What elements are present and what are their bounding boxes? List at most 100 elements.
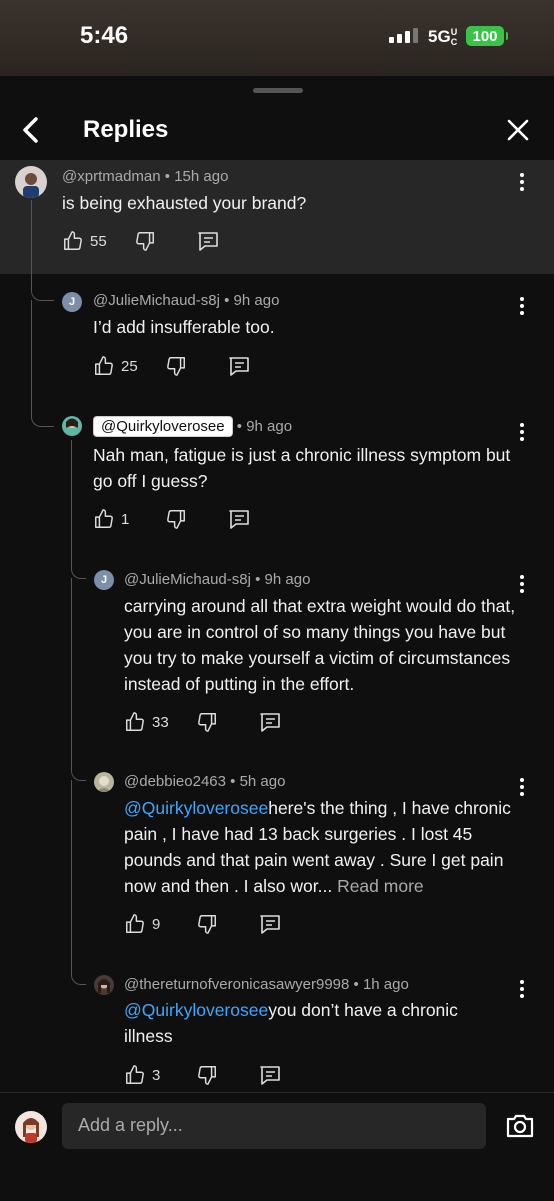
comment-actions: 25 [93,355,393,385]
camera-button[interactable] [504,1112,536,1140]
comment-meta: @thereturnofveronicasawyer9998 • 1h ago [124,976,409,993]
camera-icon [506,1114,534,1138]
more-button[interactable] [512,572,532,596]
replies-header: Replies [0,100,554,160]
more-button[interactable] [512,775,532,799]
comment-author[interactable]: @JulieMichaud-s8j [124,571,251,588]
comment-actions: 3 [124,1064,424,1094]
comment-author[interactable]: @thereturnofveronicasawyer9998 [124,976,349,993]
thumbs-down-icon [198,915,216,934]
mention-link[interactable]: @Quirkyloverosee [124,1000,268,1020]
close-button[interactable] [504,116,532,144]
reply-icon [229,510,249,529]
thumbs-down-icon [167,510,185,529]
thumbs-down-icon [167,357,185,376]
dislike-button[interactable] [165,355,187,377]
more-vertical-icon [520,980,524,998]
comment-author[interactable]: @JulieMichaud-s8j [93,292,220,309]
comment-age: 9h ago [246,418,293,435]
dislike-button[interactable] [196,711,218,733]
thread-line [71,440,86,579]
page-title: Replies [83,116,169,143]
like-count: 25 [121,357,138,375]
comment-text: Nah man, fatigue is just a chronic illne… [93,445,511,491]
comment-age: 5h ago [239,773,286,790]
comment-text: I’d add insufferable too. [93,317,275,337]
comment-actions: 55 [62,230,362,260]
like-button[interactable]: 33 [124,711,169,733]
comment-age: 9h ago [264,571,311,588]
reply-button[interactable] [258,711,282,733]
network-label: 5GUC [428,27,458,47]
more-vertical-icon [520,173,524,191]
thumbs-down-icon [198,713,216,732]
sheet-drag-handle[interactable] [253,88,303,93]
thumbs-up-icon [126,712,144,731]
like-button[interactable]: 9 [124,913,160,935]
more-vertical-icon [520,575,524,593]
reply-button[interactable] [196,230,220,252]
like-button[interactable]: 3 [124,1064,160,1086]
dislike-button[interactable] [196,1064,218,1086]
more-vertical-icon [520,297,524,315]
reply-icon [229,357,249,376]
like-button[interactable]: 55 [62,230,107,252]
avatar[interactable] [15,166,47,198]
comment-text: is being exhausted your brand? [62,193,307,213]
more-vertical-icon [520,423,524,441]
close-icon [507,119,529,141]
more-button[interactable] [512,294,532,318]
comment-text: @Quirkyloveroseeyou don’t have a chronic… [124,997,504,1049]
avatar[interactable] [94,772,114,792]
comment-author[interactable]: @xprtmadman [62,168,161,185]
thread-line [31,300,54,427]
thumbs-up-icon [64,231,82,250]
dislike-button[interactable] [134,230,156,252]
back-button[interactable] [16,114,46,146]
comment-actions: 33 [124,711,424,741]
status-bar: 5:46 5GUC 100 [0,0,554,76]
comment-age: 15h ago [174,168,229,185]
thread-line [71,578,86,781]
comment-text: carrying around all that extra weight wo… [124,596,516,694]
like-button[interactable]: 25 [93,355,138,377]
reply-button[interactable] [227,355,251,377]
like-count: 1 [121,510,130,528]
signal-icon [389,28,418,43]
more-button[interactable] [512,170,532,194]
reply-button[interactable] [227,508,251,530]
reply-button[interactable] [258,1064,282,1086]
comment-actions: 9 [124,913,424,943]
like-count: 33 [152,713,169,731]
thumbs-down-icon [198,1066,216,1085]
comment-author[interactable]: @Quirkyloverosee [93,416,233,437]
comment-meta: @JulieMichaud-s8j • 9h ago [124,571,311,588]
reply-input[interactable]: Add a reply... [62,1103,486,1149]
like-button[interactable]: 1 [93,508,129,530]
avatar[interactable] [94,975,114,995]
comment-actions: 1 [93,508,393,538]
like-count: 55 [90,232,107,250]
like-count: 9 [152,915,161,933]
avatar[interactable]: J [94,570,114,590]
comment-text: @Quirkyloveroseehere's the thing , I hav… [124,795,526,899]
comment-author[interactable]: @debbieo2463 [124,773,226,790]
dislike-button[interactable] [165,508,187,530]
reply-icon [260,915,280,934]
reply-button[interactable] [258,913,282,935]
avatar[interactable]: J [62,292,82,312]
read-more-link[interactable]: Read more [337,876,424,896]
battery-icon: 100 [466,26,508,46]
comment-meta: @JulieMichaud-s8j • 9h ago [93,292,280,309]
more-button[interactable] [512,977,532,1001]
like-count: 3 [152,1066,161,1084]
dislike-button[interactable] [196,913,218,935]
thumbs-up-icon [126,1065,144,1084]
comment-age: 1h ago [362,976,409,993]
thumbs-up-icon [126,914,144,933]
more-button[interactable] [512,420,532,444]
avatar[interactable] [62,416,82,436]
mention-link[interactable]: @Quirkyloverosee [124,798,268,818]
reply-icon [198,232,218,251]
thumbs-up-icon [95,509,113,528]
